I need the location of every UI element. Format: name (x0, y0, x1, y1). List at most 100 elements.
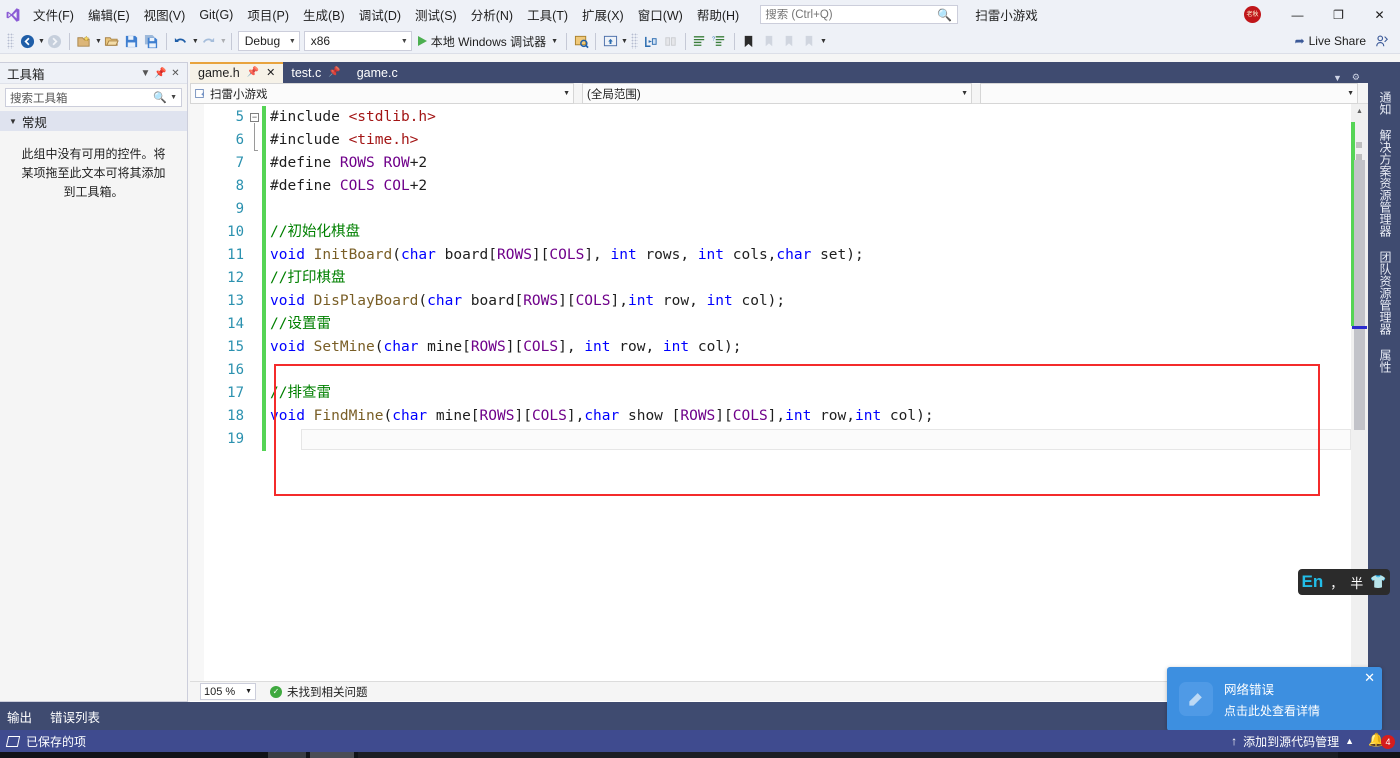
toolbox-search[interactable]: 搜索工具箱 🔍 ▼ (5, 88, 182, 107)
close-icon[interactable]: ✕ (168, 68, 183, 79)
zoom-level-combo[interactable]: 105 % ▼ (200, 683, 256, 700)
scroll-up-icon[interactable]: ▲ (1351, 104, 1368, 118)
menu-item-debug[interactable]: 调试(D) (352, 2, 408, 27)
new-project-icon[interactable] (74, 30, 94, 52)
ime-width-label[interactable]: 半 (1350, 573, 1363, 592)
menu-item-build[interactable]: 生成(B) (296, 2, 352, 27)
bottom-tab-output[interactable]: 输出 (7, 707, 32, 726)
right-tab-properties[interactable]: 属性 (1374, 342, 1394, 380)
pin-icon[interactable]: 📌 (153, 68, 168, 79)
editor-indicator-margin (190, 104, 204, 681)
quick-search-box[interactable]: 🔍 (760, 5, 959, 24)
chevron-down-icon[interactable]: ▼ (559, 90, 570, 97)
up-arrow-icon[interactable]: ↑ (1231, 734, 1237, 748)
tab-game-h[interactable]: game.h 📌 ✕ (190, 62, 284, 83)
menu-item-tools[interactable]: 工具(T) (520, 2, 575, 27)
step-into-icon[interactable] (641, 30, 661, 52)
menu-item-git[interactable]: Git(G) (192, 5, 240, 25)
menu-item-test[interactable]: 测试(S) (408, 2, 464, 27)
undo-dropdown-icon[interactable]: ▼ (192, 38, 199, 45)
editor-navigation-bar: 扫雷小游戏 ▼ (全局范围) ▼ ▼ (190, 83, 1368, 104)
feedback-icon[interactable] (1372, 30, 1392, 52)
uncomment-lines-icon[interactable]: ? (710, 30, 730, 52)
ime-indicator[interactable]: En ， 半 👕 (1298, 569, 1390, 595)
save-icon[interactable] (122, 30, 142, 52)
chevron-down-icon[interactable]: ▼ (957, 90, 968, 97)
menu-item-window[interactable]: 窗口(W) (631, 2, 690, 27)
close-button[interactable]: ✕ (1359, 0, 1400, 29)
toolbar-grip-2[interactable] (630, 33, 638, 49)
chevron-down-icon[interactable]: ▼ (138, 68, 153, 79)
chevron-down-icon[interactable]: ▼ (170, 94, 177, 101)
menu-item-help[interactable]: 帮助(H) (690, 2, 746, 27)
ime-punctuation-label[interactable]: ， (1330, 573, 1343, 592)
network-error-toast[interactable]: 网络错误 点击此处查看详情 ✕ (1167, 667, 1382, 731)
collapse-region-icon[interactable]: − (250, 113, 259, 122)
taskbar-window-1[interactable] (268, 752, 306, 758)
tab-list-icon[interactable]: ▼ (1328, 73, 1347, 83)
redo-icon (199, 30, 219, 52)
member-scope-combo[interactable]: ▼ (980, 83, 1358, 104)
notifications-button[interactable]: 🔔 4 (1368, 732, 1395, 750)
comment-lines-icon[interactable] (690, 30, 710, 52)
live-share-button[interactable]: ➦ Live Share (1295, 34, 1372, 48)
chevron-down-icon[interactable]: ▼ (551, 38, 558, 45)
hot-reload-dropdown-icon[interactable]: ▼ (621, 38, 628, 45)
right-tab-team-explorer[interactable]: 团队资源管理器 (1374, 244, 1394, 342)
bookmark-icon[interactable] (739, 30, 759, 52)
menu-item-view[interactable]: 视图(V) (137, 2, 193, 27)
taskbar-window-3[interactable] (358, 752, 1338, 758)
chevron-down-icon[interactable]: ▼ (1343, 90, 1354, 97)
line-number: 19 (227, 431, 244, 447)
platform-combo[interactable]: x86 ▼ (303, 31, 412, 51)
scrollbar-thumb[interactable] (1354, 160, 1365, 430)
bottom-tab-error-list[interactable]: 错误列表 (50, 707, 100, 726)
close-icon[interactable]: ✕ (1364, 670, 1375, 686)
menu-item-project[interactable]: 项目(P) (240, 2, 296, 27)
configuration-combo[interactable]: Debug ▼ (237, 31, 300, 51)
toolbar-grip[interactable] (7, 33, 14, 49)
ime-language-label[interactable]: En (1302, 572, 1324, 592)
settings-gear-icon[interactable]: ⚙ (1347, 72, 1365, 83)
source-control-label[interactable]: 添加到源代码管理 (1243, 733, 1339, 750)
navigate-back-icon[interactable] (17, 30, 37, 52)
menu-item-extensions[interactable]: 扩展(X) (575, 2, 631, 27)
menu-item-file[interactable]: 文件(F) (26, 2, 81, 27)
maximize-button[interactable]: ❐ (1318, 0, 1359, 29)
tab-test-c[interactable]: test.c 📌 (283, 62, 349, 83)
toolbar-overflow-icon[interactable]: ▼ (820, 38, 827, 45)
minimize-button[interactable]: — (1277, 0, 1318, 29)
save-all-icon[interactable] (142, 30, 162, 52)
type-scope-combo[interactable]: (全局范围) ▼ (582, 83, 972, 104)
scrollbar-track[interactable] (1351, 118, 1368, 681)
code-editor[interactable]: 5 6 7 8 9 10 11 12 13 14 15 16 17 18 19 … (190, 104, 1368, 681)
pin-icon[interactable]: 📌 (247, 67, 259, 78)
menu-item-analyze[interactable]: 分析(N) (464, 2, 520, 27)
status-bar-right: ↑ 添加到源代码管理 ▲ 🔔 4 (1225, 732, 1400, 750)
code-line: void FindMine(char mine[ROWS][COLS],char… (270, 408, 934, 424)
code-text[interactable]: #include <stdlib.h> #include <time.h> #d… (266, 104, 1368, 681)
hot-reload-icon[interactable] (600, 30, 620, 52)
chevron-up-icon[interactable]: ▲ (1345, 736, 1354, 746)
toolbox-group-general[interactable]: ▼ 常规 (0, 111, 187, 131)
next-bookmark-icon (779, 30, 799, 52)
menu-item-edit[interactable]: 编辑(E) (81, 2, 137, 27)
new-project-dropdown-icon[interactable]: ▼ (95, 38, 102, 45)
toast-subtitle[interactable]: 点击此处查看详情 (1224, 702, 1320, 719)
pin-icon[interactable]: 📌 (328, 67, 340, 78)
start-debugging-button[interactable]: 本地 Windows 调试器 ▼ (414, 30, 562, 52)
search-input[interactable] (765, 8, 936, 21)
back-dropdown-icon[interactable]: ▼ (38, 38, 45, 45)
avatar[interactable]: 老秋 (1244, 6, 1261, 23)
live-preview-icon[interactable] (571, 30, 591, 52)
right-tab-solution-explorer[interactable]: 解决方案资源管理器 (1374, 122, 1394, 244)
open-folder-icon[interactable] (102, 30, 122, 52)
project-scope-combo[interactable]: 扫雷小游戏 ▼ (190, 83, 574, 104)
undo-icon[interactable] (171, 30, 191, 52)
outlining-margin[interactable]: − (250, 104, 262, 681)
close-icon[interactable]: ✕ (266, 66, 275, 79)
tab-game-c[interactable]: game.c (348, 62, 406, 83)
right-tab-notifications[interactable]: 通知 (1374, 84, 1394, 122)
ime-tray-icon[interactable]: 👕 (1370, 574, 1386, 590)
taskbar-window-2[interactable] (310, 752, 354, 758)
